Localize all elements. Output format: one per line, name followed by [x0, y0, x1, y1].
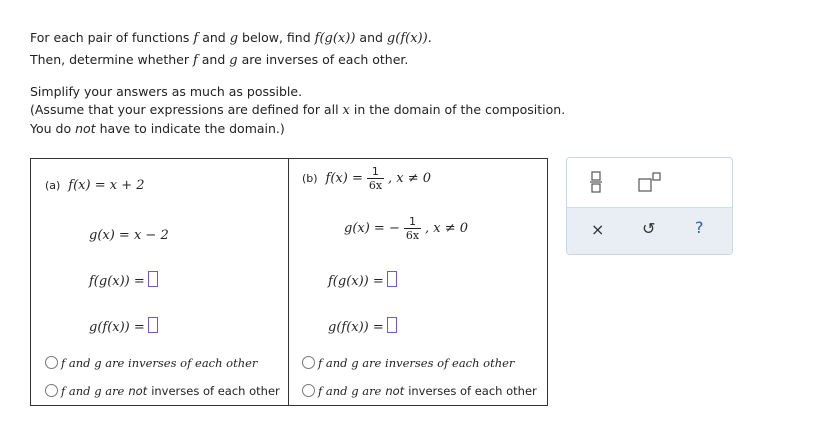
- tool-palette-actions: × ↺ ?: [567, 207, 732, 254]
- clear-icon[interactable]: ×: [591, 220, 604, 239]
- part-b-panel: (b) f(x) = 1 6x , x ≠ 0 g(x) = − 1 6x , x …: [288, 158, 548, 406]
- part-b-gf-input[interactable]: [386, 317, 397, 333]
- part-a-fg-row: f(g(x)) =: [89, 271, 158, 289]
- instruction-line-5: You do not have to indicate the domain.): [30, 121, 285, 136]
- instruction-line-2: Then, determine whether f and g are inve…: [30, 52, 409, 68]
- instruction-line-3: Simplify your answers as much as possibl…: [30, 84, 303, 99]
- part-a-option-inverse[interactable]: f and g are inverses of each other: [45, 355, 257, 370]
- part-b-fg-row: f(g(x)) =: [328, 271, 397, 289]
- part-b-fg-input[interactable]: [386, 271, 397, 287]
- part-b-g-definition: g(x) = − 1 6x , x ≠ 0: [344, 215, 469, 242]
- part-b-option-not-inverse[interactable]: f and g are not inverses of each other: [302, 383, 537, 398]
- instruction-line-4: (Assume that your expressions are define…: [30, 102, 566, 118]
- part-b-option-inverse[interactable]: f and g are inverses of each other: [302, 355, 514, 370]
- part-a-radio-inverse[interactable]: [45, 356, 58, 369]
- part-b-f-definition: (b) f(x) = 1 6x , x ≠ 0: [302, 165, 432, 192]
- part-a-option-not-inverse[interactable]: f and g are not inverses of each other: [45, 383, 280, 398]
- help-icon[interactable]: ?: [695, 218, 704, 237]
- part-b-radio-not-inverse[interactable]: [302, 384, 315, 397]
- part-b-gf-row: g(f(x)) =: [328, 317, 397, 335]
- part-a-radio-not-inverse[interactable]: [45, 384, 58, 397]
- part-a-gf-row: g(f(x)) =: [89, 317, 158, 335]
- math-tool-palette: × ↺ ?: [566, 157, 733, 255]
- part-a-f-definition: (a) f(x) = x + 2: [45, 178, 145, 193]
- part-b-radio-inverse[interactable]: [302, 356, 315, 369]
- undo-icon[interactable]: ↺: [642, 219, 655, 238]
- instruction-line-1: For each pair of functions f and g below…: [30, 30, 432, 46]
- part-a-panel: (a) f(x) = x + 2 g(x) = x − 2 f(g(x)) = …: [30, 158, 289, 406]
- part-a-g-definition: g(x) = x − 2: [89, 228, 169, 243]
- part-a-fg-input[interactable]: [147, 271, 158, 287]
- part-a-gf-input[interactable]: [147, 317, 158, 333]
- fraction-icon[interactable]: [589, 170, 603, 198]
- superscript-icon[interactable]: [637, 172, 663, 196]
